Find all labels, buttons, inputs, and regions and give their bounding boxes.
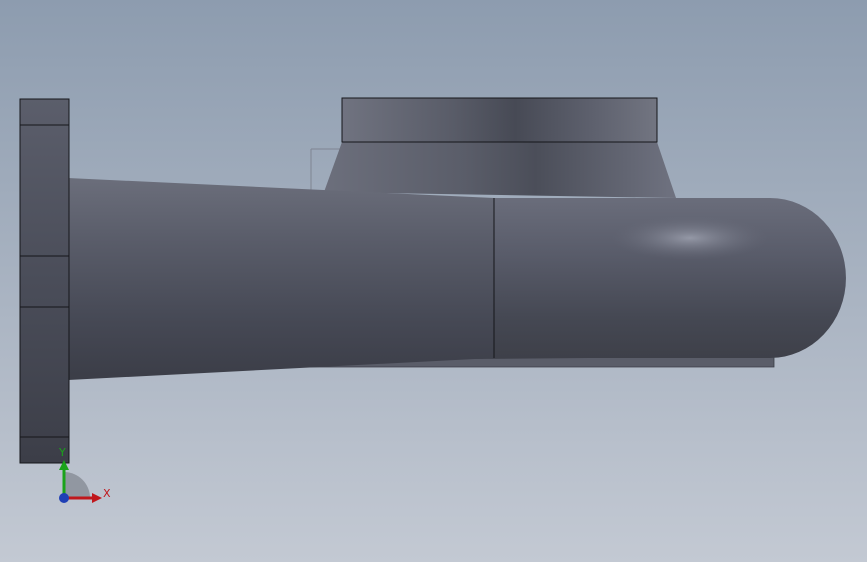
top-ring[interactable] <box>341 97 658 143</box>
model-scene[interactable]: X Y <box>0 0 867 562</box>
volute-highlight <box>612 216 768 260</box>
conical-neck[interactable] <box>324 142 676 198</box>
3d-viewport[interactable]: X Y <box>0 0 867 562</box>
inlet-flange[interactable] <box>19 98 70 464</box>
z-axis-dot <box>59 493 69 503</box>
inlet-pipe[interactable] <box>68 178 494 380</box>
y-axis-label: Y <box>58 446 66 459</box>
x-axis-label: X <box>103 487 111 500</box>
